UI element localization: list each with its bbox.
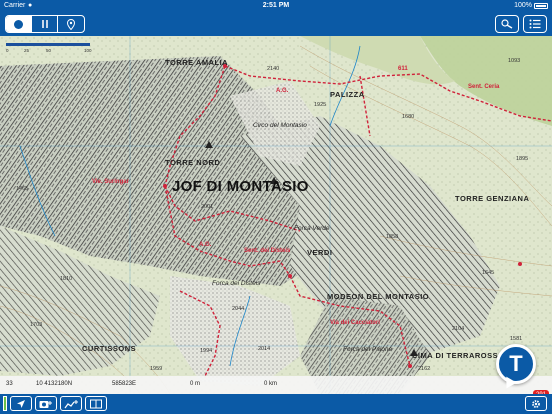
- elevation-label: 1925: [314, 102, 327, 108]
- list-icon: [529, 19, 541, 29]
- map-place-label: TORRE GENZIANA: [455, 194, 530, 203]
- pause-icon: [41, 20, 48, 28]
- status-time: 2:51 PM: [262, 2, 290, 9]
- gps-signal-indicator: [3, 396, 7, 411]
- trail-label: Via dei Cacciatori: [330, 320, 380, 326]
- battery-percent: 100%: [514, 2, 532, 9]
- top-toolbar: [0, 12, 552, 36]
- add-track-button[interactable]: [60, 396, 82, 411]
- trail-label: A.G.: [199, 242, 212, 248]
- scale-bar: 0 25 50 100: [6, 40, 96, 54]
- altitude-value: 0 m: [190, 381, 201, 387]
- elevation-label: 2044: [232, 306, 245, 312]
- map-place-label: PALIZZA: [330, 90, 365, 99]
- tabacco-t-logo[interactable]: T: [496, 344, 536, 384]
- status-bar: Carrier ● 2:51 PM 100%: [0, 0, 552, 12]
- map-place-label: TORRE AMALIA: [165, 58, 229, 67]
- list-button[interactable]: [523, 15, 547, 33]
- map-place-label: TORRE NORD: [165, 158, 221, 167]
- scale-bar-line: [6, 43, 90, 46]
- trail-label: 611: [398, 66, 408, 72]
- map-place-label: MODEON DEL MONTASIO: [327, 292, 430, 301]
- elevation-label: 1703: [30, 322, 43, 328]
- scale-tick: 25: [24, 48, 30, 53]
- locate-button[interactable]: [10, 396, 32, 411]
- elevation-label: 1994: [200, 348, 213, 354]
- trail-label: A.G.: [276, 88, 289, 94]
- elevation-label: 2104: [452, 326, 465, 332]
- settings-button[interactable]: [525, 396, 547, 411]
- elevation-label: 1645: [482, 270, 495, 276]
- map-book-icon: [90, 399, 102, 408]
- map-place-label: CIMA DI TERRAROSSA: [412, 351, 505, 360]
- scale-tick: 0: [6, 48, 9, 53]
- elevation-label: 2162: [418, 366, 431, 372]
- elevation-label: 1465: [16, 186, 29, 192]
- elevation-label: 2140: [267, 66, 280, 72]
- peak-name-label: JOF DI MONTASIO: [172, 178, 309, 195]
- map-place-label: Forca dei Disteis: [212, 280, 261, 287]
- record-button[interactable]: [6, 16, 32, 32]
- northing-value: 10 4132180N: [36, 381, 73, 387]
- waypoint-pin-icon: [67, 18, 75, 30]
- elevation-label: 1858: [386, 234, 399, 240]
- scale-tick: 50: [46, 48, 52, 53]
- track-add-icon: [64, 399, 78, 408]
- pause-button[interactable]: [32, 16, 58, 32]
- map-place-label: Forca del Palone: [343, 346, 393, 353]
- topographic-map[interactable]: 0 25 50 100 JOF DI MONTASIO TORRE AMALIA…: [0, 36, 552, 394]
- map-book-button[interactable]: [85, 396, 107, 411]
- elevation-label: 1895: [516, 156, 529, 162]
- elevation-label: 1581: [510, 336, 523, 342]
- scale-tick: 100: [84, 48, 92, 53]
- coordinates-bar: 33 10 4132180N 585823E 0 m 0 km: [0, 376, 552, 394]
- easting-value: 585823E: [112, 381, 137, 387]
- map-place-label: CURTISSONS: [82, 344, 137, 353]
- camera-add-icon: [39, 400, 52, 408]
- gear-icon: [532, 399, 540, 408]
- trail-label: Sent. Ceria: [468, 84, 500, 90]
- record-icon: [14, 19, 23, 29]
- add-photo-button[interactable]: [35, 396, 57, 411]
- elevation-label: 2001: [201, 204, 214, 210]
- elevation-label: 1959: [150, 366, 163, 372]
- battery-icon: [534, 3, 548, 9]
- map-place-label: VERDI: [307, 248, 333, 257]
- distance-value: 0 km: [264, 381, 278, 387]
- search-button[interactable]: [495, 15, 519, 33]
- location-arrow-icon: [17, 399, 25, 408]
- waypoint-button[interactable]: [58, 16, 84, 32]
- elevation-label: 2014: [258, 346, 271, 352]
- bottom-toolbar: [0, 394, 552, 414]
- map-place-label: Forca Verde: [294, 225, 330, 232]
- map-place-label: Circo del Montasio: [253, 122, 307, 129]
- tracking-mode-control: [5, 15, 85, 33]
- elevation-label: 1810: [60, 276, 73, 282]
- utm-zone: 33: [6, 381, 13, 387]
- search-icon: [501, 19, 513, 29]
- elevation-label: 1093: [508, 58, 521, 64]
- trail-label: Sent. dei Disteis: [244, 248, 291, 254]
- elevation-label: 1680: [402, 114, 415, 120]
- trail-label: Vie. Suringar: [92, 179, 129, 185]
